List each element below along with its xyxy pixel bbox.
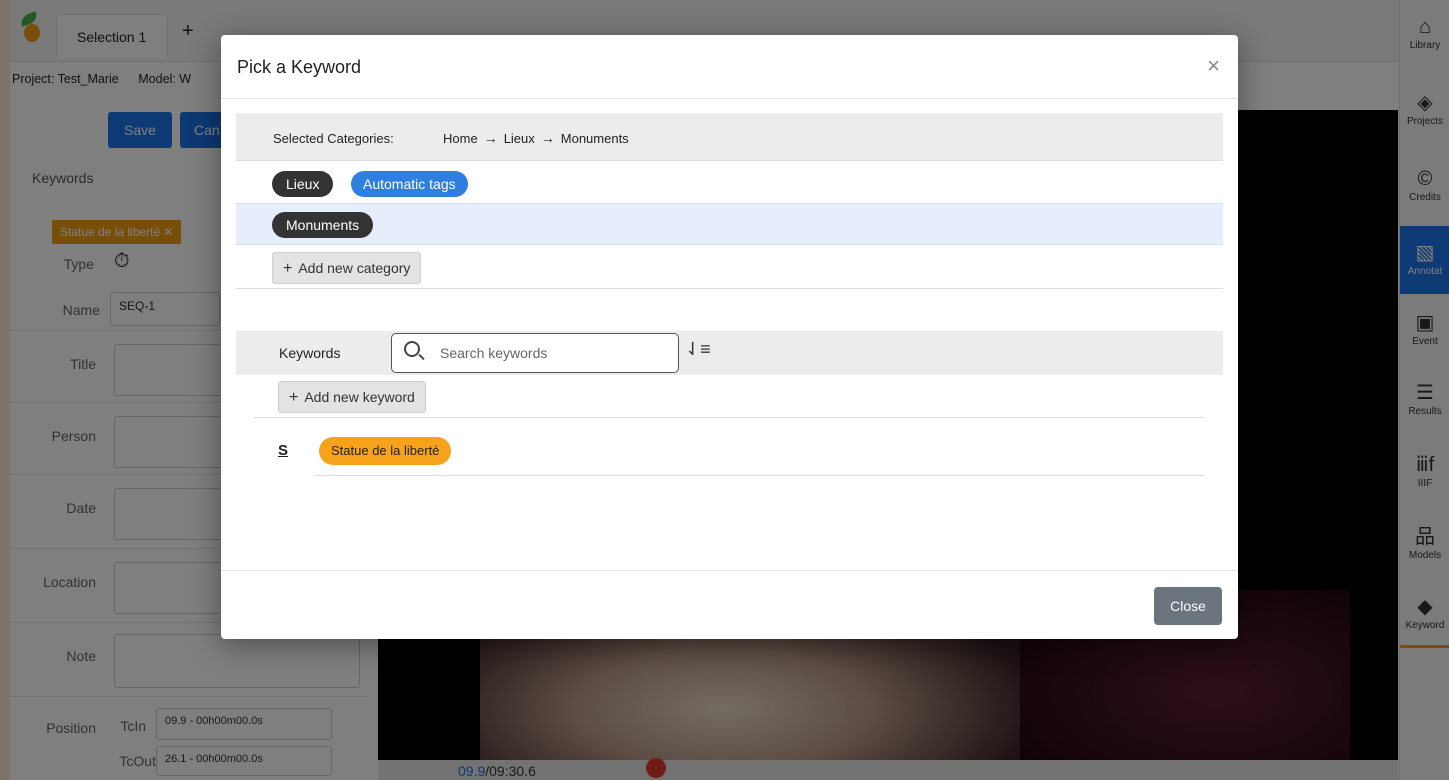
category-chip-automatic-tags[interactable]: Automatic tags — [351, 171, 468, 197]
selected-categories-bar: Selected Categories: Home → Lieux → Monument… — [236, 113, 1223, 161]
divider — [236, 288, 1223, 289]
plus-icon: + — [283, 260, 293, 277]
modal-title: Pick a Keyword — [237, 57, 362, 77]
breadcrumb-lieux[interactable]: Lieux — [504, 131, 535, 146]
breadcrumb: Home → Lieux → Monuments — [443, 130, 629, 146]
breadcrumb-home[interactable]: Home — [443, 131, 478, 146]
divider — [314, 475, 1204, 476]
arrow-right-icon: → — [483, 130, 498, 146]
divider — [254, 417, 1204, 418]
add-category-button[interactable]: + Add new category — [272, 252, 422, 284]
keywords-label: Keywords — [279, 345, 341, 361]
pick-keyword-modal: Pick a Keyword × Selected Categories: Ho… — [221, 35, 1238, 639]
modal-header: Pick a Keyword × — [221, 35, 1238, 99]
arrow-right-icon: → — [540, 130, 555, 146]
modal-footer: Close — [221, 570, 1238, 639]
sort-icon[interactable]: ⇃≡ — [685, 339, 711, 360]
search-box[interactable] — [391, 333, 679, 373]
close-button[interactable]: Close — [1154, 587, 1222, 625]
category-chip-monuments[interactable]: Monuments — [272, 212, 374, 238]
add-keyword-button[interactable]: + Add new keyword — [278, 381, 426, 413]
category-chip-lieux[interactable]: Lieux — [272, 171, 334, 197]
add-category-label: Add new category — [298, 260, 411, 276]
add-keyword-label: Add new keyword — [304, 389, 415, 405]
keywords-bar: Keywords ⇃≡ — [236, 331, 1223, 375]
plus-icon: + — [289, 389, 299, 406]
search-input[interactable] — [440, 343, 660, 363]
selected-category-row: Monuments — [236, 203, 1223, 245]
search-icon — [404, 341, 420, 357]
keyword-chip-statue[interactable]: Statue de la liberté — [319, 437, 452, 465]
close-icon[interactable]: × — [1207, 53, 1220, 79]
letter-group-header: S — [278, 442, 289, 459]
breadcrumb-monuments[interactable]: Monuments — [561, 131, 629, 146]
selected-categories-label: Selected Categories: — [273, 131, 394, 146]
